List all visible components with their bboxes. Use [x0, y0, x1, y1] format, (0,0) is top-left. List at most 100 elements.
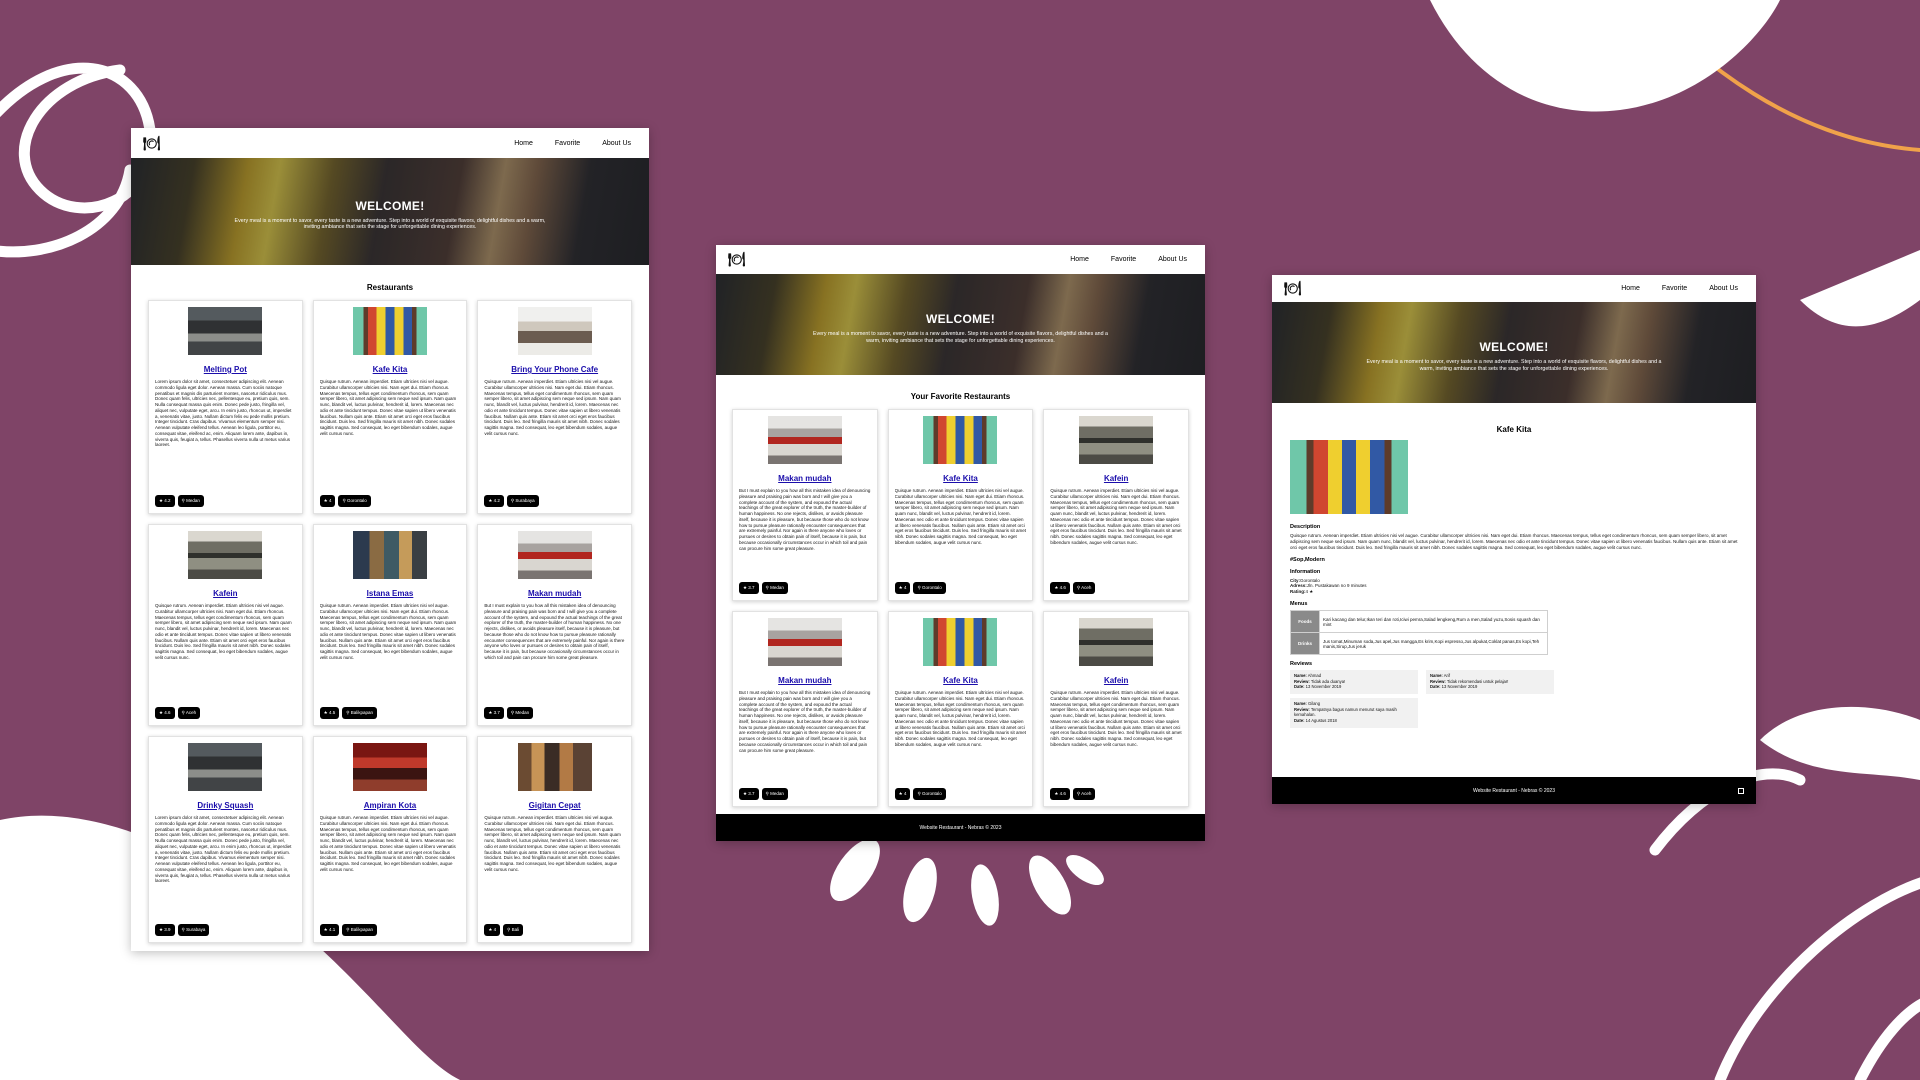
nav-favorite-link[interactable]: Favorite: [1662, 285, 1687, 292]
plate-cutlery-icon[interactable]: 🍽: [728, 251, 746, 268]
review-text: Tidak rekomendasi untuk pelajar!: [1446, 678, 1509, 684]
restaurant-description: But I must explain to you how all this m…: [739, 690, 871, 753]
nav-home-link[interactable]: Home: [514, 140, 533, 147]
rating-label: Rating:: [1290, 589, 1306, 595]
city-badge: ⚲ Bali: [503, 924, 524, 936]
nav-about-link[interactable]: About Us: [1709, 285, 1738, 292]
reviewer-name: Arif: [1443, 673, 1451, 679]
foods-row: Foods Kari kacang dan telur,Ikan teri da…: [1290, 610, 1548, 634]
review-date: 13 November 2019: [1305, 684, 1342, 690]
nav-links: Home Favorite About Us: [1070, 256, 1187, 263]
restaurant-card: Kafein Quisque rutrum. Aenean imperdiet.…: [1043, 409, 1189, 601]
city-badge: ⚲ Gorontalo: [913, 582, 946, 594]
footer: Website Restaurant - Nebras © 2023: [1272, 777, 1756, 804]
tags-text: #Sop,Modern: [1290, 556, 1325, 563]
city-value: Gorontalo: [1300, 577, 1320, 583]
restaurant-image: [767, 416, 842, 464]
navbar: 🍽 Home Favorite About Us: [716, 245, 1205, 274]
plate-cutlery-icon[interactable]: 🍽: [1284, 280, 1302, 297]
review-text: Tidak ada duanya!: [1310, 678, 1346, 684]
restaurant-image: [352, 531, 427, 579]
reviewer-name: Ahmad: [1307, 673, 1322, 679]
city-badge: ⚲ Gorontalo: [913, 788, 946, 800]
plate-cutlery-icon[interactable]: 🍽: [143, 135, 161, 152]
rating-badge: ★ 4.6: [155, 707, 175, 719]
restaurant-image: [188, 307, 263, 355]
restaurant-image: [517, 307, 592, 355]
restaurant-image: [188, 743, 263, 791]
city-badge: ⚲ Aceh: [177, 707, 201, 719]
restaurant-name-link[interactable]: Kafein: [1104, 676, 1128, 685]
restaurant-name-link[interactable]: Melting Pot: [204, 365, 247, 374]
restaurant-name-link[interactable]: Kafe Kita: [943, 676, 978, 685]
nav-home-link[interactable]: Home: [1070, 256, 1089, 263]
restaurant-name-link[interactable]: Istana Emas: [367, 589, 414, 598]
hero-title: WELCOME!: [1479, 340, 1549, 355]
hero-title: WELCOME!: [925, 312, 996, 327]
city-badge: ⚲ Balikpapan: [342, 707, 378, 719]
restaurant-name-link[interactable]: Kafein: [1104, 474, 1128, 483]
hero-content: WELCOME! Every meal is a moment to savor…: [131, 199, 649, 231]
restaurant-name-link[interactable]: Makan mudah: [778, 676, 831, 685]
restaurant-description: Lorem ipsum dolor sit amet, consectetuer…: [155, 379, 292, 448]
restaurant-description: Quisque rutrum. Aenean imperdiet. Etiam …: [319, 815, 457, 872]
nav-home-link[interactable]: Home: [1621, 285, 1640, 292]
city-badge: ⚲ Surabaya: [177, 924, 210, 936]
city-badge: ⚲ Surabaya: [506, 495, 539, 507]
restaurant-name-link[interactable]: Makan mudah: [778, 474, 831, 483]
restaurant-image: [188, 531, 263, 579]
review-date-label: Date:: [1294, 684, 1305, 690]
drinks-row: Drinks Jus tomat,Minuman soda,Jus apel,J…: [1290, 632, 1548, 656]
restaurant-description: Quisque rutrum. Aenean imperdiet. Etiam …: [1290, 533, 1738, 550]
restaurant-name-link[interactable]: Kafein: [213, 589, 237, 598]
information-heading: Information: [1290, 568, 1321, 575]
nav-favorite-link[interactable]: Favorite: [1111, 256, 1136, 263]
restaurant-card: Kafein Quisque rutrum. Aenean imperdiet.…: [1043, 611, 1189, 807]
restaurant-description: Quisque rutrum. Aenean imperdiet. Etiam …: [894, 690, 1026, 747]
review-text: Tempatnya bagus namun menurut saya masih…: [1294, 706, 1397, 718]
detail-page-screenshot: 🍽 Home Favorite About Us WELCOME! Every …: [1272, 275, 1756, 804]
menus-heading: Menus: [1290, 601, 1308, 608]
rating-badge: ★ 4.6: [1050, 582, 1070, 594]
reviewer-name: Gilang: [1307, 701, 1321, 707]
footer: Website Restaurant - Nebras © 2023: [716, 814, 1205, 841]
restaurant-card: Istana Emas Quisque rutrum. Aenean imper…: [312, 524, 468, 726]
restaurant-description: Quisque rutrum. Aenean imperdiet. Etiam …: [155, 603, 292, 660]
restaurant-image: [1079, 618, 1154, 666]
menus-table: Foods Kari kacang dan telur,Ikan teri da…: [1290, 610, 1548, 656]
restaurant-image: [352, 307, 427, 355]
rating-badge: ★ 4: [484, 924, 501, 936]
review-card: Name: Arif Review: Tidak rekomendasi unt…: [1426, 670, 1554, 695]
nav-about-link[interactable]: About Us: [1158, 256, 1187, 263]
rating-value: 4 ★: [1305, 589, 1314, 595]
restaurant-name-link[interactable]: Kafe Kita: [943, 474, 978, 483]
review-card: Name: Ahmad Review: Tidak ada duanya! Da…: [1290, 670, 1418, 695]
restaurant-list: Melting Pot Lorem ipsum dolor sit amet, …: [131, 300, 649, 943]
review-name-label: Name:: [1430, 673, 1443, 679]
address-value: Jln. Pustakawan no 9 minutes: [1306, 583, 1367, 589]
restaurant-name-link[interactable]: Bring Your Phone Cafe: [511, 365, 598, 374]
restaurant-card: Makan mudah But I must explain to you ho…: [732, 409, 878, 601]
nav-about-link[interactable]: About Us: [602, 140, 631, 147]
square-icon[interactable]: [1738, 787, 1744, 794]
restaurant-name-link[interactable]: Kafe Kita: [373, 365, 408, 374]
review-name-label: Name:: [1294, 673, 1307, 679]
restaurant-name-link[interactable]: Drinky Squash: [197, 801, 253, 810]
restaurant-image: [923, 618, 998, 666]
restaurant-description: Quisque rutrum. Aenean imperdiet. Etiam …: [894, 488, 1026, 545]
description-heading: Description: [1290, 524, 1321, 530]
restaurant-name-link[interactable]: Makan mudah: [528, 589, 581, 598]
hero-banner: WELCOME! Every meal is a moment to savor…: [131, 158, 649, 265]
review-text-label: Review:: [1430, 678, 1446, 684]
reviews-heading: Reviews: [1290, 661, 1313, 668]
restaurant-description: Quisque rutrum. Aenean imperdiet. Etiam …: [484, 379, 621, 436]
restaurant-card: Kafe Kita Quisque rutrum. Aenean imperdi…: [887, 611, 1034, 807]
nav-favorite-link[interactable]: Favorite: [555, 140, 580, 147]
restaurant-name-link[interactable]: Gigitan Cepat: [529, 801, 581, 810]
restaurant-name-link[interactable]: Ampiran Kota: [364, 801, 416, 810]
restaurant-card: Ampiran Kota Quisque rutrum. Aenean impe…: [312, 736, 468, 943]
restaurant-card: Kafe Kita Quisque rutrum. Aenean imperdi…: [312, 300, 468, 514]
review-card: Name: Gilang Review: Tempatnya bagus nam…: [1290, 698, 1418, 729]
restaurant-image: [767, 618, 842, 666]
home-page-screenshot: 🍽 Home Favorite About Us WELCOME! Every …: [131, 128, 649, 951]
